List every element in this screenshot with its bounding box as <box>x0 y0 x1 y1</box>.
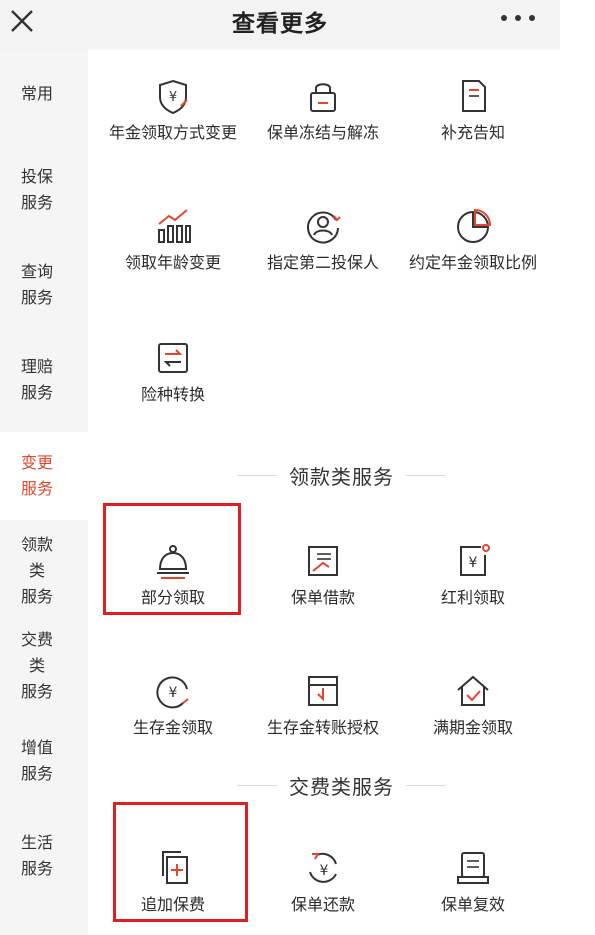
sidebar-item-query[interactable]: 查询 服务 <box>0 241 88 329</box>
sidebar-item-value-added[interactable]: 增值 服务 <box>0 717 88 805</box>
sidebar-item-payment[interactable]: 交费类 服务 <box>0 622 88 710</box>
svg-text:¥: ¥ <box>169 685 178 701</box>
section-title-withdrawal: 领款类服务 <box>88 460 595 490</box>
sidebar-item-life[interactable]: 生活 服务 <box>0 812 88 900</box>
service-annuity-method-change[interactable]: ¥ 年金领取方式变更 <box>93 50 253 160</box>
service-partial-withdrawal[interactable]: 部分领取 <box>93 515 253 625</box>
svg-text:¥: ¥ <box>469 555 478 571</box>
yen-refresh-icon: ¥ <box>309 852 337 883</box>
sidebar-item-change[interactable]: 变更 服务 <box>0 432 88 520</box>
person-circle-icon <box>307 211 341 244</box>
divider <box>237 784 277 786</box>
service-label: 保单冻结与解冻 <box>266 123 379 142</box>
header-extension <box>560 0 595 50</box>
service-grid: ¥ 年金领取方式变更 保单冻结与解冻 补充告知 领取年龄变更 指定第二投保人 约… <box>88 50 595 935</box>
service-survival-transfer[interactable]: 生存金转账授权 <box>243 645 403 755</box>
service-label: 指定第二投保人 <box>266 253 379 272</box>
service-label: 年金领取方式变更 <box>108 123 237 142</box>
loan-document-icon <box>308 546 338 576</box>
dividend-yen-icon: ¥ <box>460 544 490 576</box>
service-dividend-withdrawal[interactable]: ¥ 红利领取 <box>393 515 553 625</box>
service-label: 满期金领取 <box>432 718 513 737</box>
bell-icon <box>157 545 189 579</box>
sidebar-item-label: 交费类 服务 <box>20 630 53 701</box>
divider <box>237 474 277 476</box>
service-label: 补充告知 <box>440 123 505 142</box>
service-label: 保单复效 <box>440 895 505 914</box>
divider <box>406 474 446 476</box>
swap-icon <box>158 343 188 373</box>
yen-circle-icon: ¥ <box>156 676 189 709</box>
svg-text:¥: ¥ <box>169 90 177 105</box>
sidebar-item-claims[interactable]: 理赔 服务 <box>0 336 88 424</box>
service-label: 部分领取 <box>140 588 205 607</box>
sidebar-item-label: 变更 服务 <box>20 453 53 498</box>
divider <box>406 784 446 786</box>
lock-icon <box>310 83 336 112</box>
page-title: 查看更多 <box>232 11 328 37</box>
sidebar-item-withdrawal[interactable]: 领款类 服务 <box>0 527 88 615</box>
service-label: 生存金领取 <box>132 718 213 737</box>
service-label: 保单借款 <box>290 588 355 607</box>
section-title-text: 交费类服务 <box>289 774 394 799</box>
service-supplement-notice[interactable]: 补充告知 <box>393 50 553 160</box>
service-label: 生存金转账授权 <box>266 718 379 737</box>
service-label: 红利领取 <box>440 588 505 607</box>
service-label: 领取年龄变更 <box>124 253 221 272</box>
service-additional-premium[interactable]: 追加保费 <box>93 822 253 932</box>
service-second-policyholder[interactable]: 指定第二投保人 <box>243 180 403 290</box>
service-insurance-conversion[interactable]: 险种转换 <box>93 312 253 422</box>
transfer-icon <box>308 676 338 706</box>
sidebar-item-label: 查询 服务 <box>20 262 53 307</box>
section-title-text: 领款类服务 <box>289 464 394 489</box>
service-maturity-benefit[interactable]: 满期金领取 <box>393 645 553 755</box>
add-document-icon <box>162 851 188 884</box>
service-survival-benefit[interactable]: ¥ 生存金领取 <box>93 645 253 755</box>
service-claim-age-change[interactable]: 领取年龄变更 <box>93 180 253 290</box>
svg-text:¥: ¥ <box>320 863 329 879</box>
pie-chart-icon <box>457 208 492 243</box>
category-sidebar: 常用 投保 服务 查询 服务 理赔 服务 变更 服务 领款类 服务 交费类 服务 增值 服务 … <box>0 50 88 935</box>
document-icon <box>462 80 486 112</box>
sidebar-item-insure[interactable]: 投保 服务 <box>0 146 88 234</box>
top-bar: 查看更多 <box>0 0 560 51</box>
service-label: 追加保费 <box>140 895 205 914</box>
bar-chart-icon <box>158 209 191 243</box>
service-policy-reinstatement[interactable]: 保单复效 <box>393 822 553 932</box>
service-label: 险种转换 <box>140 385 205 404</box>
service-policy-repayment[interactable]: ¥ 保单还款 <box>243 822 403 932</box>
service-label: 约定年金领取比例 <box>408 253 537 272</box>
sidebar-item-label: 生活 服务 <box>20 833 53 878</box>
clipboard-icon <box>457 852 489 884</box>
shield-yen-icon: ¥ <box>159 79 188 115</box>
service-policy-freeze[interactable]: 保单冻结与解冻 <box>243 50 403 160</box>
sidebar-item-label: 常用 <box>20 84 53 103</box>
sidebar-item-label: 理赔 服务 <box>20 357 53 402</box>
service-label: 保单还款 <box>290 895 355 914</box>
service-annuity-ratio[interactable]: 约定年金领取比例 <box>393 180 553 290</box>
service-policy-loan[interactable]: 保单借款 <box>243 515 403 625</box>
section-title-payment: 交费类服务 <box>88 770 595 800</box>
sidebar-item-common[interactable]: 常用 <box>0 50 88 138</box>
sidebar-item-label: 投保 服务 <box>20 167 53 212</box>
sidebar-item-label: 领款类 服务 <box>20 535 53 606</box>
sidebar-item-label: 增值 服务 <box>20 738 53 783</box>
house-check-icon <box>457 675 489 706</box>
more-options-icon[interactable] <box>498 12 538 24</box>
